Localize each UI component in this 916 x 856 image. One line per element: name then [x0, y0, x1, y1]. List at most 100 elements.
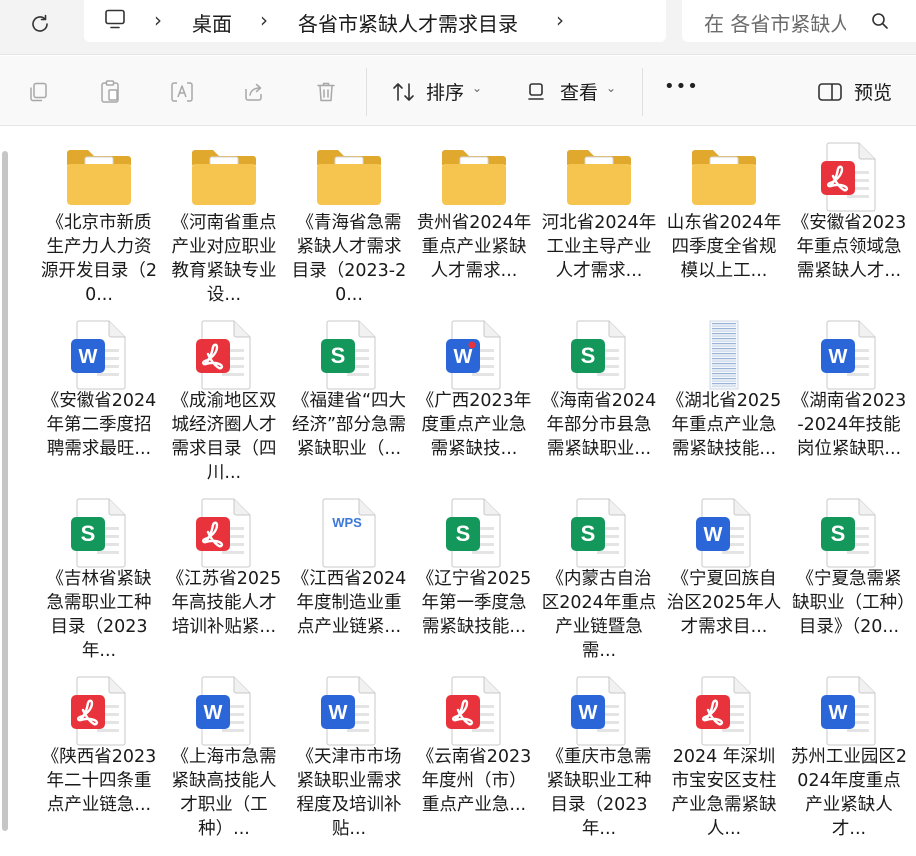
file-item[interactable]: W 苏州工业园区2024年度重点产业紧缺人才...	[790, 675, 908, 847]
svg-text:W: W	[829, 346, 848, 368]
file-item[interactable]: W 《广西2023年度重点产业急需紧缺技...	[415, 319, 533, 491]
svg-text:W: W	[329, 702, 348, 724]
breadcrumb-chevron-icon[interactable]: ›	[556, 8, 564, 32]
file-item[interactable]: W 《天津市市场紧缺职业需求程度及培训补贴...	[290, 675, 408, 847]
word-file-icon: W	[309, 675, 389, 747]
file-item[interactable]: W 《安徽省2024年第二季度招聘需求最旺...	[40, 319, 158, 491]
svg-text:W: W	[579, 702, 598, 724]
breadcrumb-desktop[interactable]: 桌面	[192, 8, 232, 37]
file-name: 《江苏省2025年高技能人才培训补贴紧...	[166, 569, 282, 637]
preview-button[interactable]: 预览	[854, 78, 892, 105]
breadcrumb-current-folder[interactable]: 各省市紧缺人才需求目录	[298, 8, 518, 37]
delete-button[interactable]	[308, 74, 344, 110]
svg-text:S: S	[581, 521, 596, 546]
toolbar-separator	[366, 68, 367, 116]
view-button[interactable]: 查看	[560, 78, 598, 105]
folder-item[interactable]: 贵州省2024年重点产业紧缺人才需求...	[415, 141, 533, 313]
view-icon	[528, 83, 544, 100]
file-item[interactable]: W 《宁夏回族自治区2025年人才需求目...	[665, 497, 783, 669]
file-item[interactable]: S 《海南省2024年部分市县急需紧缺职业...	[540, 319, 658, 491]
file-item[interactable]: W 《湖南省2023-2024年技能岗位紧缺职...	[790, 319, 908, 491]
rename-button[interactable]	[164, 74, 200, 110]
wps-file-icon: WPS	[309, 497, 389, 569]
preview-icon-wrap[interactable]	[812, 74, 848, 110]
file-item[interactable]: W 《重庆市急需紧缺职业工种目录（2023年...	[540, 675, 658, 847]
file-item[interactable]: S 《福建省“四大经济”部分急需紧缺职业（...	[290, 319, 408, 491]
file-item[interactable]: 《陕西省2023年二十四条重点产业链急...	[40, 675, 158, 847]
spreadsheet-file-icon: S	[59, 497, 139, 569]
file-name: 山东省2024年四季度全省规模以上工...	[666, 213, 782, 281]
file-item[interactable]: S 《辽宁省2025年第一季度急需紧缺技能...	[415, 497, 533, 669]
file-item[interactable]: 《江苏省2025年高技能人才培训补贴紧...	[165, 497, 283, 669]
file-name: 贵州省2024年重点产业紧缺人才需求...	[416, 213, 532, 281]
file-item[interactable]: 《云南省2023年度州（市）重点产业急...	[415, 675, 533, 847]
folder-icon	[559, 141, 639, 213]
svg-text:W: W	[79, 346, 98, 368]
search-input[interactable]: 在 各省市紧缺人才需求目录 中搜索	[704, 8, 846, 37]
folder-item[interactable]: 山东省2024年四季度全省规模以上工...	[665, 141, 783, 313]
view-chevron-down-icon[interactable]: ⌄	[606, 81, 616, 95]
sort-icon	[393, 83, 414, 101]
search-box[interactable]: 在 各省市紧缺人才需求目录 中搜索	[682, 0, 916, 42]
folder-item[interactable]: 《青海省急需紧缺人才需求目录（2023-20...	[290, 141, 408, 313]
toolbar-separator	[642, 68, 643, 116]
folder-icon	[434, 141, 514, 213]
monitor-icon	[105, 9, 125, 29]
this-pc-button[interactable]	[102, 6, 128, 32]
folder-icon	[184, 141, 264, 213]
file-item[interactable]: 《安徽省2023年重点领域急需紧缺人才...	[790, 141, 908, 313]
copy-icon	[30, 82, 47, 102]
search-icon[interactable]	[868, 9, 892, 33]
paste-button[interactable]	[92, 74, 128, 110]
breadcrumb[interactable]: › 桌面 › 各省市紧缺人才需求目录 ›	[84, 0, 666, 42]
folder-item[interactable]: 《河南省重点产业对应职业教育紧缺专业设...	[165, 141, 283, 313]
file-name: 《宁夏回族自治区2025年人才需求目...	[666, 569, 782, 637]
preview-pane-icon	[818, 83, 842, 101]
svg-text:W: W	[704, 524, 723, 546]
breadcrumb-chevron-icon[interactable]: ›	[154, 8, 162, 32]
folder-icon	[59, 141, 139, 213]
folder-item[interactable]: 河北省2024年工业主导产业人才需求...	[540, 141, 658, 313]
share-icon	[245, 83, 262, 101]
vertical-scrollbar[interactable]	[2, 151, 8, 831]
svg-text:S: S	[581, 343, 596, 368]
sort-button[interactable]: 排序	[426, 78, 464, 105]
file-name: 《海南省2024年部分市县急需紧缺职业...	[541, 391, 657, 459]
svg-text:W: W	[204, 702, 223, 724]
file-item[interactable]: S 《宁夏急需紧缺职业（工种）目录》（20...	[790, 497, 908, 669]
word-file-icon: W	[684, 497, 764, 569]
word-file-icon: W	[809, 675, 889, 747]
file-name: 《云南省2023年度州（市）重点产业急...	[416, 747, 532, 815]
file-item[interactable]: S 《吉林省紧缺急需职业工种目录（2023年...	[40, 497, 158, 669]
file-item[interactable]: 2024 年深圳市宝安区支柱产业急需紧缺人...	[665, 675, 783, 847]
file-item[interactable]: S 《内蒙古自治区2024年重点产业链暨急需...	[540, 497, 658, 669]
svg-text:S: S	[331, 343, 346, 368]
file-item[interactable]: WPS 《江西省2024年度制造业重点产业链紧...	[290, 497, 408, 669]
svg-text:S: S	[81, 521, 96, 546]
spreadsheet-thumbnail-icon	[684, 319, 764, 391]
sort-icon-wrap[interactable]	[386, 74, 422, 110]
folder-item[interactable]: 《北京市新质生产力人力资源开发目录（20...	[40, 141, 158, 313]
file-name: 苏州工业园区2024年度重点产业紧缺人才...	[790, 747, 908, 839]
sort-chevron-down-icon[interactable]: ⌄	[472, 81, 482, 95]
share-button[interactable]	[236, 74, 272, 110]
more-options-button[interactable]: •••	[664, 76, 699, 97]
refresh-icon	[32, 14, 48, 32]
address-bar: › 桌面 › 各省市紧缺人才需求目录 › 在 各省市紧缺人才需求目录 中搜索	[0, 0, 916, 55]
file-name: 《河南省重点产业对应职业教育紧缺专业设...	[171, 213, 277, 305]
file-item[interactable]: 《湖北省2025年重点产业急需紧缺技能...	[665, 319, 783, 491]
file-item[interactable]: W 《上海市急需紧缺高技能人才职业（工种）...	[165, 675, 283, 847]
view-icon-wrap[interactable]	[518, 74, 554, 110]
refresh-button[interactable]	[22, 6, 58, 42]
file-item[interactable]: 《成渝地区双城经济圈人才需求目录（四川...	[165, 319, 283, 491]
pdf-file-icon	[184, 319, 264, 391]
pdf-file-icon	[684, 675, 764, 747]
trash-icon	[317, 82, 335, 102]
file-name: 《内蒙古自治区2024年重点产业链暨急需...	[541, 569, 657, 661]
file-name: 《福建省“四大经济”部分急需紧缺职业（...	[291, 391, 407, 459]
file-name: 《重庆市急需紧缺职业工种目录（2023年...	[546, 747, 652, 839]
rename-icon	[171, 82, 193, 102]
breadcrumb-chevron-icon[interactable]: ›	[260, 8, 268, 32]
copy-button[interactable]	[20, 74, 56, 110]
spreadsheet-file-icon: S	[559, 319, 639, 391]
